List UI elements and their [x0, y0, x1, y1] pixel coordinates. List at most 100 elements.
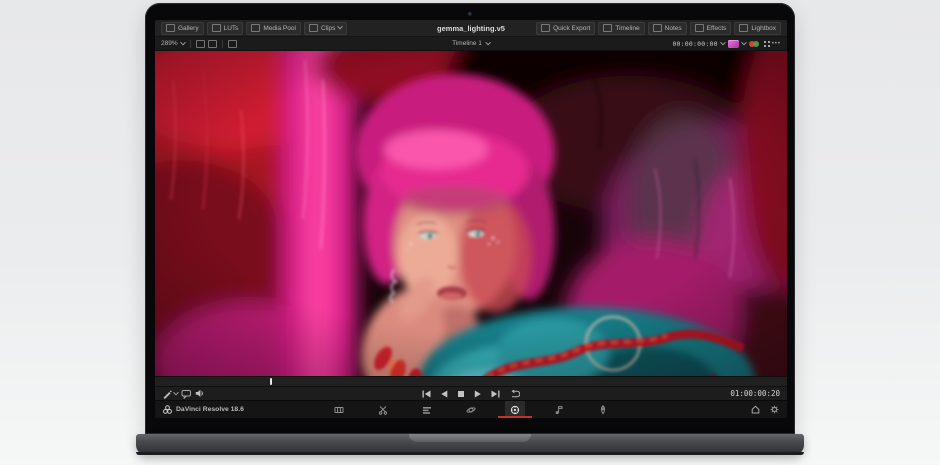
home-icon[interactable] [751, 405, 760, 414]
color-page-icon [510, 405, 520, 415]
deliver-page-icon [598, 405, 608, 415]
chevron-down-icon [173, 389, 179, 395]
notes-label: Notes [665, 25, 682, 32]
effects-button[interactable]: Effects [690, 22, 732, 35]
viewer-left-options: 289% [161, 40, 237, 48]
quick-export-icon [541, 24, 550, 32]
page-tab-media[interactable] [329, 401, 349, 418]
timeline-selector[interactable]: Timeline 1 [452, 40, 490, 47]
stop-button[interactable] [457, 390, 465, 398]
annotation-note-icon[interactable] [181, 389, 192, 399]
viewer-tools-group [162, 389, 205, 399]
play-reverse-button[interactable] [440, 390, 448, 398]
fusion-page-icon [466, 405, 476, 415]
more-options-icon[interactable]: ••• [772, 41, 781, 47]
color-viewer-image[interactable] [155, 51, 787, 376]
timeline-button[interactable]: Timeline [598, 22, 644, 35]
lightbox-button[interactable]: Lightbox [734, 22, 781, 35]
notes-button[interactable]: Notes [648, 22, 687, 35]
laptop-lid-notch [409, 434, 531, 442]
divider [222, 40, 223, 48]
page-tabs [329, 401, 613, 418]
timeline-icon [603, 24, 612, 32]
page-tab-color[interactable] [505, 401, 525, 418]
viewer-options-bar: 289% Timeline 1 00:00:00:00 [155, 37, 787, 51]
page-tab-fusion[interactable] [461, 401, 481, 418]
chevron-down-icon [180, 39, 186, 45]
first-frame-button[interactable] [422, 390, 431, 398]
viewer-right-options: 00:00:00:00 ••• [672, 40, 781, 48]
laptop-base-edge [136, 452, 804, 455]
clips-label: Clips [321, 25, 335, 32]
effects-label: Effects [707, 25, 727, 32]
record-timecode: 01:00:00:20 [730, 389, 780, 398]
chevron-down-icon [338, 24, 344, 30]
split-screen-icon[interactable] [749, 40, 760, 48]
viewer-zoom-dropdown[interactable]: 289% [161, 40, 185, 47]
page-navigation-bar: DaVinci Resolve 18.6 [155, 400, 787, 418]
source-timecode-dropdown[interactable]: 00:00:00:00 [672, 40, 724, 48]
davinci-resolve-logo-icon [163, 405, 172, 414]
loop-button[interactable] [509, 390, 520, 398]
page-tab-edit[interactable] [417, 401, 437, 418]
transport-controls [422, 390, 520, 398]
media-pool-button[interactable]: Media Pool [246, 22, 301, 35]
top-toolbar: Gallery LUTs Media Pool Clips gemma_ligh… [155, 20, 787, 37]
viewer-scrubber[interactable] [155, 376, 787, 386]
chevron-down-icon [720, 39, 726, 45]
edit-page-icon [422, 405, 432, 415]
lightbox-icon [739, 24, 748, 32]
quick-export-button[interactable]: Quick Export [536, 22, 595, 35]
toolbar-right-group: Quick Export Timeline Notes Effects Ligh… [536, 22, 781, 35]
luts-label: LUTs [224, 25, 239, 32]
chevron-down-icon [741, 39, 747, 45]
page-tab-cut[interactable] [373, 401, 393, 418]
luts-button[interactable]: LUTs [207, 22, 244, 35]
toolbar-left-group: Gallery LUTs Media Pool Clips [161, 22, 347, 35]
laptop-base [136, 434, 804, 455]
media-page-icon [334, 405, 344, 415]
app-version-chip: DaVinci Resolve 18.6 [163, 405, 244, 414]
project-title: gemma_lighting.v5 [437, 24, 505, 33]
gallery-icon [166, 24, 175, 32]
cut-page-icon [378, 405, 388, 415]
media-pool-icon [251, 24, 260, 32]
lightbox-label: Lightbox [751, 25, 776, 32]
viewer-mode-icon[interactable] [728, 40, 739, 48]
page-tab-deliver[interactable] [593, 401, 613, 418]
timeline-selector-label: Timeline 1 [452, 40, 482, 47]
photo-artwork [155, 51, 787, 376]
clips-icon [309, 24, 318, 32]
divider [190, 40, 191, 48]
last-frame-button[interactable] [491, 390, 500, 398]
webcam-icon [468, 12, 472, 16]
gallery-button[interactable]: Gallery [161, 22, 204, 35]
luts-icon [212, 24, 221, 32]
pagebar-corner-icons [751, 405, 779, 414]
expand-viewer-icon[interactable] [764, 41, 766, 43]
annotate-tool-button[interactable] [162, 389, 178, 399]
settings-gear-icon[interactable] [770, 405, 779, 414]
play-button[interactable] [474, 390, 482, 398]
davinci-resolve-window: Gallery LUTs Media Pool Clips gemma_ligh… [155, 20, 787, 418]
notes-icon [653, 24, 662, 32]
viewer-option-icon-1[interactable] [196, 40, 205, 48]
quick-export-label: Quick Export [553, 25, 590, 32]
pen-icon [162, 389, 172, 399]
viewer-zoom-value: 289% [161, 40, 178, 47]
gallery-label: Gallery [178, 25, 199, 32]
chevron-down-icon [485, 39, 491, 45]
viewer-option-icon-3[interactable] [228, 40, 237, 48]
viewer-option-icon-2[interactable] [208, 40, 217, 48]
fairlight-page-icon [554, 405, 564, 415]
transport-bar: 01:00:00:20 [155, 386, 787, 400]
audio-mute-icon[interactable] [195, 389, 205, 398]
clips-button[interactable]: Clips [304, 22, 347, 35]
timeline-label: Timeline [615, 25, 639, 32]
playhead-marker[interactable] [270, 378, 272, 385]
media-pool-label: Media Pool [263, 25, 296, 32]
desktop-background: Gallery LUTs Media Pool Clips gemma_ligh… [0, 0, 940, 465]
page-tab-fairlight[interactable] [549, 401, 569, 418]
effects-icon [695, 24, 704, 32]
source-timecode-value: 00:00:00:00 [672, 40, 717, 48]
